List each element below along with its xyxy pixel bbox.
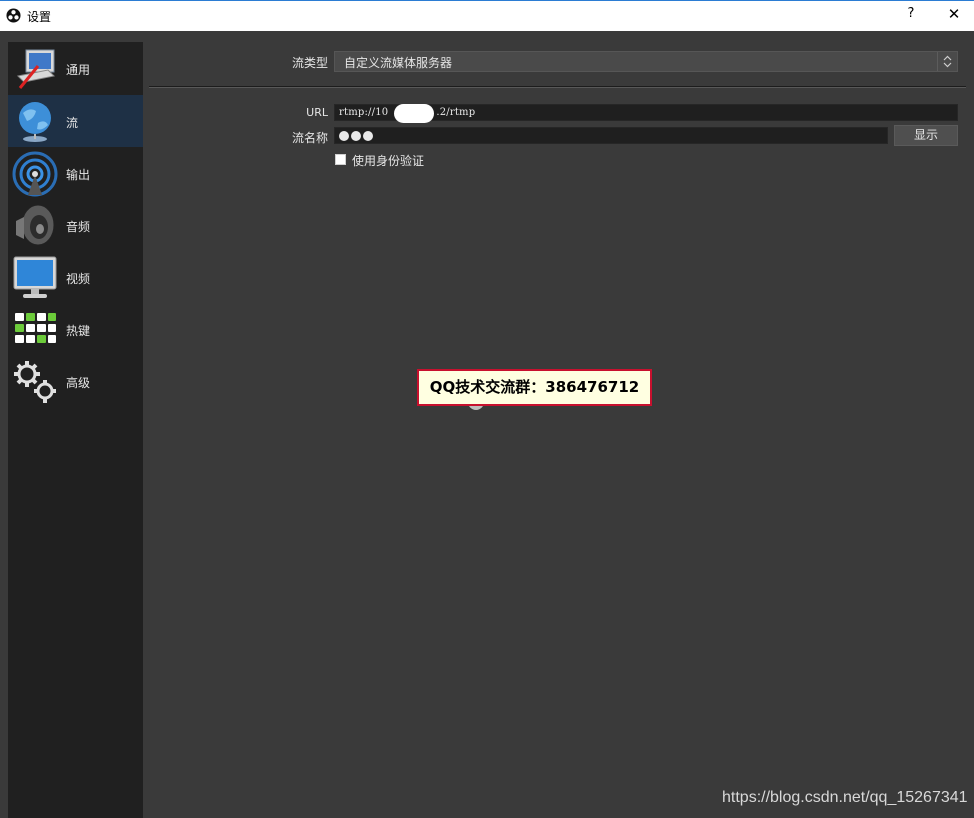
sidebar-item-audio[interactable]: 音频 [8, 199, 143, 251]
sidebar-item-label: 视频 [66, 272, 91, 286]
sidebar-item-label: 通用 [66, 63, 91, 77]
help-button[interactable]: ? [903, 6, 919, 21]
url-label: URL [306, 106, 328, 119]
section-divider [149, 86, 966, 88]
general-settings-icon [16, 49, 56, 89]
sidebar-item-label: 高级 [66, 376, 91, 390]
redaction-mark [394, 104, 434, 123]
sidebar-item-advanced[interactable]: 高级 [8, 355, 143, 407]
chevron-updown-icon [937, 52, 957, 71]
csdn-watermark: https://blog.csdn.net/qq_15267341 [722, 789, 968, 806]
qq-group-watermark: QQ技术交流群：386476712 [417, 369, 652, 406]
stream-type-select[interactable]: 自定义流媒体服务器 [334, 51, 958, 72]
use-auth-checkbox[interactable] [335, 154, 346, 165]
close-button[interactable]: ✕ [945, 5, 963, 23]
window-title: 设置 [27, 10, 52, 24]
sidebar-item-video[interactable]: 视频 [8, 251, 143, 303]
settings-sidebar: 通用 流 输出 音频 视频 热键 高级 [8, 42, 143, 818]
sidebar-item-hotkeys[interactable]: 热键 [8, 303, 143, 355]
sidebar-item-output[interactable]: 输出 [8, 147, 143, 199]
hotkeys-keyboard-icon [15, 313, 56, 343]
sidebar-item-stream[interactable]: 流 [8, 95, 143, 147]
audio-speaker-icon [16, 204, 55, 246]
stream-type-label: 流类型 [291, 56, 328, 70]
stream-type-value: 自定义流媒体服务器 [344, 56, 453, 70]
url-input[interactable]: rtmp://10.2/rtmp [334, 104, 958, 123]
title-bar: 设置 ? ✕ [0, 0, 974, 31]
obs-logo-icon [6, 8, 21, 23]
video-monitor-icon [13, 256, 57, 298]
advanced-gears-icon [14, 361, 56, 403]
use-auth-label[interactable]: 使用身份验证 [352, 152, 424, 169]
sidebar-item-general[interactable]: 通用 [8, 42, 143, 94]
sidebar-item-label: 流 [66, 116, 79, 130]
output-broadcast-icon [12, 151, 58, 197]
stream-globe-icon [19, 102, 51, 142]
masked-key-dots [339, 129, 373, 141]
sidebar-item-label: 音频 [66, 220, 91, 234]
sidebar-item-label: 热键 [66, 324, 91, 338]
stream-key-label: 流名称 [291, 131, 328, 145]
show-key-button[interactable]: 显示 [894, 125, 958, 146]
sidebar-item-label: 输出 [66, 168, 91, 182]
stream-key-input[interactable] [334, 127, 888, 144]
